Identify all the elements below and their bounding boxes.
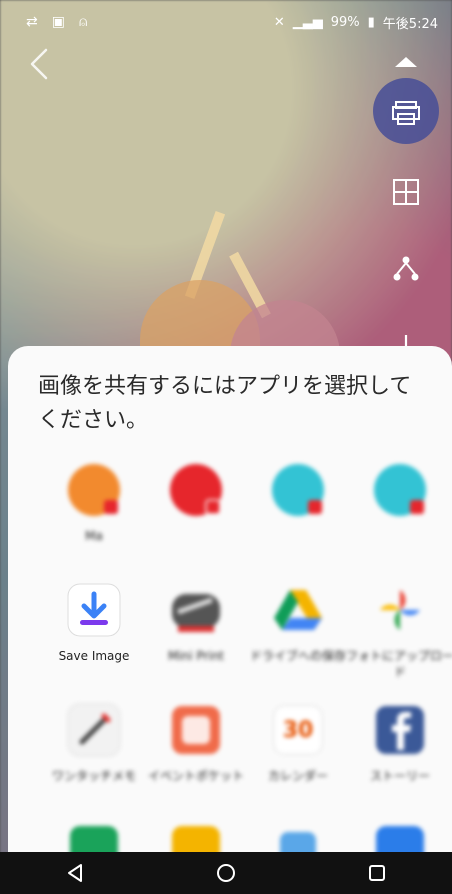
direct-share-target[interactable]: Ma	[38, 462, 138, 572]
sync-icon: ⇄	[26, 14, 38, 30]
app-label: ドライブへの保存	[249, 649, 346, 663]
signal-icon: ▁▃▅	[292, 14, 323, 30]
contact-avatar-icon	[372, 462, 428, 518]
app-facebook[interactable]: ストーリー	[344, 702, 444, 812]
direct-share-row: Ma	[8, 462, 452, 572]
google-drive-icon	[270, 582, 326, 638]
print-icon[interactable]	[373, 78, 439, 144]
clock: 午後5:24	[382, 16, 438, 32]
mini-print-icon	[168, 582, 224, 638]
app-google-drive[interactable]: ドライブへの保存	[242, 582, 346, 692]
app-label: フォトにアップロード	[345, 649, 452, 679]
home-nav-icon[interactable]	[204, 852, 248, 894]
pencil-memo-icon	[66, 702, 122, 758]
battery-percent: 99%	[330, 14, 360, 30]
contact-avatar-icon	[66, 462, 122, 518]
event-pocket-icon	[168, 702, 224, 758]
direct-share-target[interactable]	[140, 462, 240, 572]
status-left-icons: ⇄ ▣ ⍝	[0, 14, 87, 30]
share-sheet-title: 画像を共有するにはアプリを選択してください。	[38, 374, 412, 433]
back-arrow-icon[interactable]	[22, 44, 62, 84]
app-label: カレンダー	[267, 769, 328, 783]
contact-avatar-icon	[270, 462, 326, 518]
calendar-day: 30	[282, 717, 314, 743]
app-one-touch-memo[interactable]: ワンタッチメモ	[38, 702, 138, 812]
collage-icon[interactable]	[376, 162, 436, 222]
recents-nav-icon[interactable]	[355, 852, 399, 894]
save-image-icon	[66, 582, 122, 638]
facebook-icon	[372, 702, 428, 758]
app-event-pocket[interactable]: イベントポケット	[140, 702, 244, 812]
app-label: ワンタッチメモ	[51, 769, 136, 783]
direct-share-target[interactable]	[242, 462, 342, 572]
share-sheet: 画像を共有するにはアプリを選択してください。 Ma Save Image Min…	[8, 346, 452, 866]
apps-row: Save Image Mini Print ドライブへの保存 フォトにアップロー…	[8, 582, 452, 692]
app-mini-print[interactable]: Mini Print	[140, 582, 240, 692]
contact-avatar-icon	[168, 462, 224, 518]
status-right: ✕ ▁▃▅ 99% ▮ 午後5:24	[274, 13, 452, 32]
apps-row: ワンタッチメモ イベントポケット 30 カレンダー ストーリー	[8, 702, 452, 812]
navigation-bar	[0, 852, 452, 894]
app-save-image[interactable]: Save Image	[38, 582, 138, 692]
status-bar: ⇄ ▣ ⍝ ✕ ▁▃▅ 99% ▮ 午後5:24	[0, 0, 452, 44]
app-google-photos[interactable]: フォトにアップロード	[344, 582, 452, 692]
app-label: ストーリー	[369, 769, 430, 783]
direct-share-label: Ma	[85, 529, 103, 543]
chevron-up-icon[interactable]	[376, 48, 436, 74]
share-icon[interactable]	[376, 240, 436, 300]
app-label: イベントポケット	[147, 769, 244, 783]
battery-icon: ▮	[367, 14, 375, 30]
app-calendar[interactable]: 30 カレンダー	[242, 702, 342, 812]
back-nav-icon[interactable]	[53, 852, 97, 894]
app-label: Mini Print	[167, 649, 225, 663]
direct-share-target[interactable]	[344, 462, 444, 572]
app-label: Save Image	[58, 649, 130, 663]
photo-tools	[373, 48, 439, 359]
robot-icon: ⍝	[78, 14, 88, 30]
calendar-icon: 30	[270, 702, 326, 758]
gallery-icon: ▣	[51, 14, 65, 30]
mute-icon: ✕	[273, 14, 285, 30]
google-photos-icon	[372, 582, 428, 638]
